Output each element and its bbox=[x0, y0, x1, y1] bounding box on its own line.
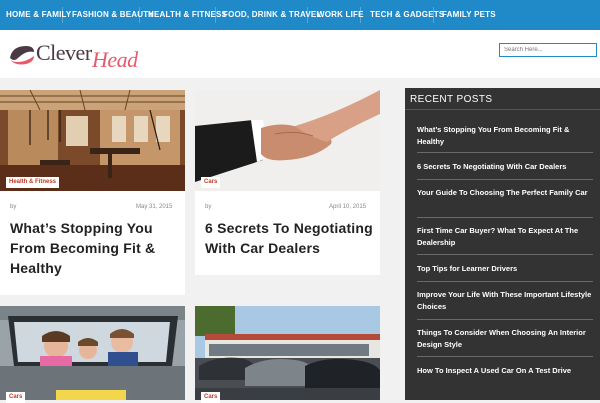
nav-divider bbox=[215, 7, 216, 23]
post-title[interactable]: What’s Stopping You From Becoming Fit & … bbox=[10, 218, 180, 278]
recent-posts-sidebar: RECENT POSTS What’s Stopping You From Be… bbox=[405, 88, 600, 400]
top-navigation: HOME & FAMILY FASHION & BEAUTY HEALTH & … bbox=[0, 0, 600, 30]
author-label: by bbox=[10, 204, 17, 210]
category-badge[interactable]: Cars bbox=[201, 177, 221, 188]
nav-divider bbox=[139, 7, 140, 23]
sidebar-title: RECENT POSTS bbox=[410, 94, 493, 105]
category-badge[interactable]: Health & Fitness bbox=[6, 177, 60, 188]
gym-photo bbox=[0, 90, 185, 191]
recent-post-link[interactable]: First Time Car Buyer? What To Expect At … bbox=[417, 225, 593, 249]
post-divider bbox=[417, 319, 593, 320]
recent-post-link[interactable]: 6 Secrets To Negotiating With Car Dealer… bbox=[417, 161, 593, 173]
family-car-photo bbox=[0, 306, 185, 400]
car-lot-photo bbox=[195, 306, 380, 400]
post-card-car-dealership[interactable]: Cars bbox=[195, 306, 380, 403]
nav-divider bbox=[433, 7, 434, 23]
logo-word-head: Head bbox=[92, 47, 138, 72]
post-divider bbox=[417, 152, 593, 153]
post-divider bbox=[417, 281, 593, 282]
handshake-photo bbox=[195, 90, 380, 191]
search-input[interactable] bbox=[499, 43, 597, 57]
nav-divider bbox=[360, 7, 361, 23]
post-card-fit-healthy[interactable]: Health & Fitness by May 31, 2015 What’s … bbox=[0, 90, 185, 295]
post-divider bbox=[417, 217, 593, 218]
post-date: May 31, 2015 bbox=[136, 204, 173, 210]
recent-post-link[interactable]: Your Guide To Choosing The Perfect Famil… bbox=[417, 187, 593, 199]
logo-word-clever: Clever bbox=[36, 40, 92, 65]
site-logo[interactable]: Clever Head bbox=[8, 38, 148, 72]
recent-post-link[interactable]: Top Tips for Learner Drivers bbox=[417, 263, 593, 275]
post-divider bbox=[417, 356, 593, 357]
category-badge[interactable]: Cars bbox=[201, 392, 221, 403]
post-card-car-dealers[interactable]: Cars by April 10, 2015 6 Secrets To Nego… bbox=[195, 90, 380, 275]
nav-item-fashion-beauty[interactable]: FASHION & BEAUTY bbox=[72, 0, 154, 30]
recent-post-link[interactable]: What’s Stopping You From Becoming Fit & … bbox=[417, 124, 593, 148]
post-divider bbox=[417, 254, 593, 255]
recent-post-link[interactable]: How To Inspect A Used Car On A Test Driv… bbox=[417, 365, 593, 377]
nav-divider bbox=[62, 7, 63, 23]
nav-divider bbox=[307, 7, 308, 23]
sidebar-title-divider bbox=[405, 109, 600, 110]
recent-post-link[interactable]: Improve Your Life With These Important L… bbox=[417, 289, 593, 313]
post-title[interactable]: 6 Secrets To Negotiating With Car Dealer… bbox=[205, 218, 375, 258]
post-date: April 10, 2015 bbox=[329, 204, 367, 210]
post-card-family-car[interactable]: Cars bbox=[0, 306, 185, 403]
category-badge[interactable]: Cars bbox=[6, 392, 26, 403]
post-divider bbox=[417, 179, 593, 180]
author-label: by bbox=[205, 204, 212, 210]
nav-item-work-life[interactable]: WORK LIFE bbox=[317, 0, 364, 30]
recent-post-link[interactable]: Things To Consider When Choosing An Inte… bbox=[417, 327, 593, 351]
logo-mark-icon bbox=[10, 46, 34, 65]
nav-item-family-pets[interactable]: FAMILY PETS bbox=[442, 0, 496, 30]
